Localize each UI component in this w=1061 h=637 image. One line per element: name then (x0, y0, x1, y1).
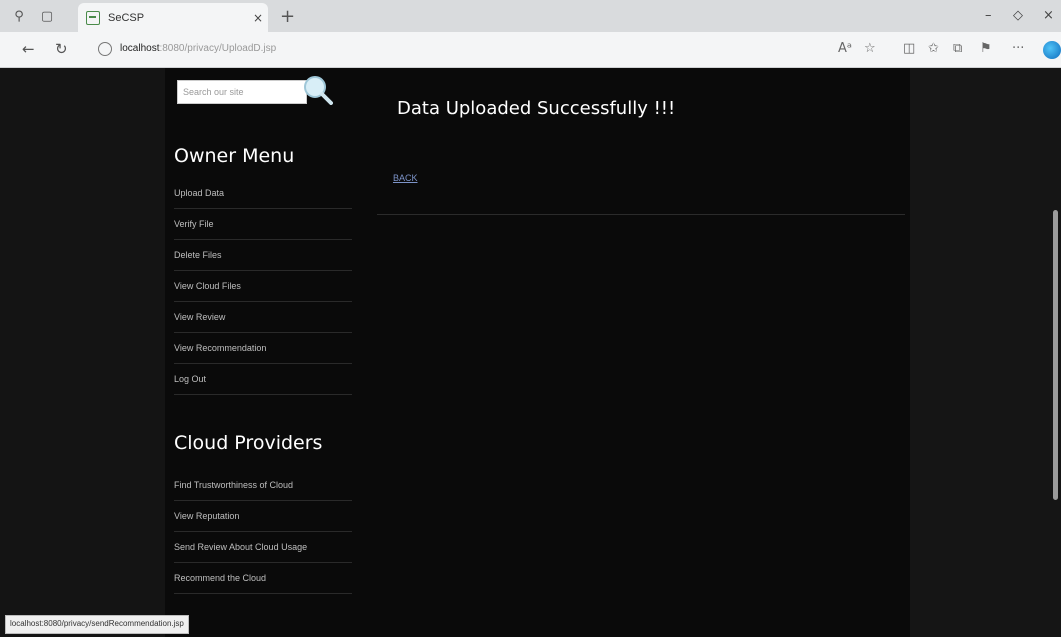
menu-item-label[interactable]: Upload Data (174, 188, 224, 198)
tab-close-icon[interactable]: × (248, 11, 268, 25)
page-title: Data Uploaded Successfully !!! (397, 98, 676, 119)
extensions-icon[interactable]: ⚑ (980, 41, 992, 56)
menu-item-label[interactable]: View Review (174, 312, 225, 322)
menu-item-view-review[interactable]: View Review (174, 302, 352, 333)
favorites-icon[interactable]: ✩ (928, 41, 939, 56)
address-input[interactable]: localhost:8080/privacy/UploadD.jsp (120, 43, 276, 54)
search-icon[interactable] (301, 73, 333, 105)
menu-item-upload-data[interactable]: Upload Data (174, 178, 352, 209)
url-path: :8080/privacy/UploadD.jsp (159, 43, 277, 54)
refresh-icon[interactable]: ↻ (55, 40, 68, 58)
page-right-margin (910, 68, 1061, 637)
browser-tab-bar: ⚲ ▢ SeCSP × + – ◇ × (0, 0, 1061, 32)
page-container: Search our site Owner Menu Upload Data V… (165, 68, 910, 637)
profile-icon[interactable]: ⚲ (10, 7, 28, 25)
maximize-button[interactable]: ◇ (1013, 8, 1023, 23)
menu-item-recommend-cloud[interactable]: Recommend the Cloud (174, 563, 352, 594)
search-input[interactable]: Search our site (177, 80, 307, 104)
owner-menu-list: Upload Data Verify File Delete Files Vie… (174, 178, 352, 395)
tab-actions-icon[interactable]: ▢ (38, 7, 56, 25)
menu-item-verify-file[interactable]: Verify File (174, 209, 352, 240)
collections-icon[interactable]: ⧉ (953, 41, 962, 56)
cloud-providers-list: Find Trustworthiness of Cloud View Reput… (174, 470, 352, 594)
menu-item-delete-files[interactable]: Delete Files (174, 240, 352, 271)
more-menu-icon[interactable]: ··· (1012, 41, 1024, 56)
scrollbar[interactable] (1053, 210, 1058, 500)
menu-item-label[interactable]: Log Out (174, 374, 206, 384)
menu-item-view-cloud-files[interactable]: View Cloud Files (174, 271, 352, 302)
menu-item-label[interactable]: View Recommendation (174, 343, 266, 353)
menu-item-label[interactable]: Find Trustworthiness of Cloud (174, 480, 293, 490)
site-info-icon[interactable] (98, 42, 112, 56)
menu-item-view-recommendation[interactable]: View Recommendation (174, 333, 352, 364)
cloud-providers-title: Cloud Providers (174, 432, 323, 454)
new-tab-button[interactable]: + (280, 6, 295, 27)
split-screen-icon[interactable]: ◫ (903, 41, 915, 56)
back-link[interactable]: BACK (393, 173, 418, 183)
back-arrow-icon[interactable]: ← (22, 40, 35, 58)
page-left-margin (0, 68, 165, 637)
web-page: Search our site Owner Menu Upload Data V… (0, 68, 1061, 637)
divider (377, 214, 905, 215)
address-bar-row: ← ↻ localhost:8080/privacy/UploadD.jsp A… (0, 32, 1061, 68)
url-host: localhost (120, 43, 160, 54)
owner-menu-title: Owner Menu (174, 145, 295, 167)
menu-item-label[interactable]: Delete Files (174, 250, 222, 260)
page-favicon-icon (86, 10, 100, 25)
menu-item-label[interactable]: Recommend the Cloud (174, 573, 266, 583)
menu-item-find-trustworthiness[interactable]: Find Trustworthiness of Cloud (174, 470, 352, 501)
read-aloud-icon[interactable]: Aᵃ (838, 41, 852, 56)
menu-item-view-reputation[interactable]: View Reputation (174, 501, 352, 532)
menu-item-label[interactable]: Send Review About Cloud Usage (174, 542, 307, 552)
status-bar: localhost:8080/privacy/sendRecommendatio… (5, 615, 189, 634)
menu-item-label[interactable]: View Reputation (174, 511, 239, 521)
menu-item-label[interactable]: Verify File (174, 219, 214, 229)
menu-item-send-review[interactable]: Send Review About Cloud Usage (174, 532, 352, 563)
minimize-button[interactable]: – (985, 8, 992, 23)
menu-item-log-out[interactable]: Log Out (174, 364, 352, 395)
tab-title: SeCSP (108, 11, 145, 24)
menu-item-label[interactable]: View Cloud Files (174, 281, 241, 291)
edge-copilot-icon[interactable] (1043, 41, 1061, 59)
browser-tab[interactable]: SeCSP × (78, 3, 268, 32)
favorite-star-icon[interactable]: ☆ (864, 41, 876, 56)
close-window-button[interactable]: × (1043, 8, 1054, 23)
